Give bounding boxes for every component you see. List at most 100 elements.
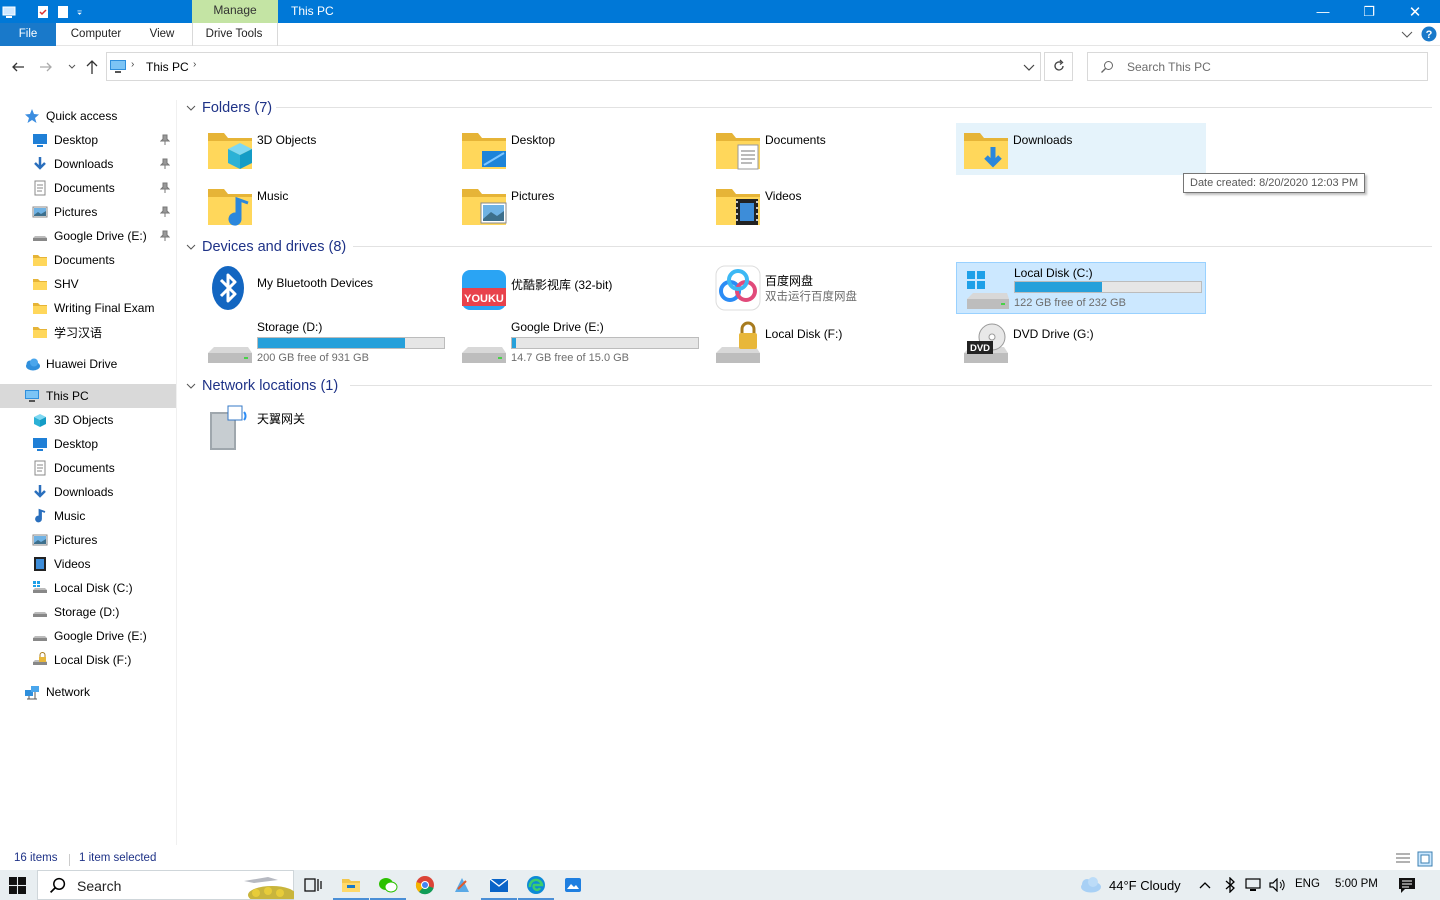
tile-youku[interactable]: YOUKU 优酷影视库 (32-bit) [454,262,704,314]
sidebar-item-pc-3[interactable]: Downloads [0,480,176,504]
recent-locations-chevron-icon[interactable] [67,62,77,72]
help-icon[interactable]: ? [1421,26,1437,42]
this-pc-icon[interactable] [2,5,16,19]
sidebar-item-pc-8[interactable]: Storage (D:) [0,600,176,624]
sidebar-item-this-pc[interactable]: This PC [0,384,176,408]
collapse-chevron-icon[interactable] [186,381,196,391]
minimize-button[interactable]: — [1300,0,1346,23]
tab-drive-tools[interactable]: Drive Tools [194,23,274,46]
breadcrumb-chevron-icon[interactable]: › [193,59,196,70]
sidebar-item-pc-1[interactable]: Desktop [0,432,176,456]
tab-view[interactable]: View [142,23,182,46]
sidebar-item-quick-7[interactable]: Writing Final Exam [0,296,176,320]
tab-computer[interactable]: Computer [62,23,130,46]
file-explorer-icon [342,879,360,892]
bluetooth-tray-icon[interactable] [1224,877,1236,893]
edge-taskbar-button[interactable] [518,875,554,900]
task-view-icon[interactable] [303,875,323,895]
details-view-icon[interactable] [1395,852,1411,866]
taskbar-search-box[interactable]: Search [37,870,294,900]
notifications-icon[interactable] [1398,877,1416,894]
sidebar-item-pc-10[interactable]: Local Disk (F:) [0,648,176,672]
sidebar-item-quick-5[interactable]: Documents [0,248,176,272]
nav-label: Storage (D:) [54,605,120,619]
tile-storage-d[interactable]: Storage (D:) 200 GB free of 931 GB [200,317,450,369]
photos-taskbar-button[interactable] [563,875,583,895]
sidebar-item-pc-5[interactable]: Pictures [0,528,176,552]
tile-bluetooth-devices[interactable]: My Bluetooth Devices [200,262,450,314]
documents-icon [34,180,46,196]
sidebar-item-pc-4[interactable]: Music [0,504,176,528]
mail-taskbar-button[interactable] [481,875,517,900]
drive-free-space: 122 GB free of 232 GB [1014,297,1126,309]
maximize-button[interactable]: ❐ [1346,0,1392,23]
tile-dvd-drive-g[interactable]: DVD DVD Drive (G:) [956,317,1206,369]
wechat-taskbar-button[interactable] [370,875,406,900]
expand-ribbon-icon[interactable] [1401,29,1413,39]
sidebar-item-quick-0[interactable]: Desktop [0,128,176,152]
up-arrow-icon[interactable] [84,58,100,76]
sidebar-item-quick-8[interactable]: 学习汉语 [0,320,176,344]
close-button[interactable]: ✕ [1392,0,1438,23]
snip-tool-taskbar-button[interactable] [452,875,472,895]
clock[interactable]: 5:00 PM [1335,878,1378,890]
folder-tile[interactable]: 3D Objects [200,123,450,175]
address-history-chevron-icon[interactable] [1023,63,1035,73]
sidebar-item-quick-6[interactable]: SHV [0,272,176,296]
forward-arrow-icon[interactable] [38,59,54,75]
volume-tray-icon[interactable] [1269,878,1287,892]
back-arrow-icon[interactable] [10,59,26,75]
sidebar-item-quick-access[interactable]: Quick access [0,104,176,128]
breadcrumb-this-pc[interactable]: This PC [146,60,189,74]
customize-toolbar-icon[interactable] [76,5,86,19]
folder-tile[interactable]: Downloads [956,123,1206,175]
group-header-network[interactable]: Network locations (1) [186,376,338,396]
tile-local-disk-c[interactable]: Local Disk (C:) 122 GB free of 232 GB [956,262,1206,314]
tile-network-gateway[interactable]: 天翼网关 [200,402,450,454]
manage-context-tab[interactable]: Manage [192,0,278,23]
sidebar-item-pc-6[interactable]: Videos [0,552,176,576]
address-bar[interactable]: › This PC › [106,52,1041,81]
collapse-chevron-icon[interactable] [186,103,196,113]
tab-file[interactable]: File [0,23,56,46]
file-explorer-taskbar-button[interactable] [333,875,369,900]
folder-tile[interactable]: Pictures [454,179,704,231]
tile-baidu-netdisk[interactable]: 百度网盘 双击运行百度网盘 [708,262,958,314]
folder-tile[interactable]: Music [200,179,450,231]
chrome-taskbar-button[interactable] [415,875,435,895]
folder-tile[interactable]: Desktop [454,123,704,175]
weather-text[interactable]: 44°F Cloudy [1109,878,1181,893]
start-windows-icon[interactable] [9,877,26,894]
show-hidden-icons-icon[interactable] [1199,880,1211,890]
music-folder-icon [206,181,254,229]
folder-tile[interactable]: Videos [708,179,958,231]
input-language[interactable]: ENG [1295,878,1320,890]
large-icons-view-icon[interactable] [1417,851,1433,867]
tile-google-drive-e[interactable]: Google Drive (E:) 14.7 GB free of 15.0 G… [454,317,704,369]
sidebar-item-quick-4[interactable]: Google Drive (E:) [0,224,176,248]
breadcrumb-separator-icon[interactable]: › [131,59,134,70]
sidebar-item-quick-1[interactable]: Downloads [0,152,176,176]
nav-label: Pictures [54,533,98,547]
group-header-folders[interactable]: Folders (7) [186,98,272,118]
sidebar-item-pc-2[interactable]: Documents [0,456,176,480]
sidebar-item-quick-2[interactable]: Documents [0,176,176,200]
new-folder-icon[interactable] [56,5,70,19]
folder-tile[interactable]: Documents [708,123,958,175]
nav-label: Google Drive (E:) [54,229,147,243]
sidebar-item-pc-7[interactable]: Local Disk (C:) [0,576,176,600]
search-box[interactable]: Search This PC [1087,52,1428,81]
properties-icon[interactable] [36,5,50,19]
network-tray-icon[interactable] [1245,878,1263,892]
window-title: This PC [291,4,334,18]
sidebar-item-network[interactable]: Network [0,680,176,704]
refresh-button[interactable] [1044,52,1073,81]
sidebar-item-quick-3[interactable]: Pictures [0,200,176,224]
tile-local-disk-f[interactable]: Local Disk (F:) [708,317,958,369]
collapse-chevron-icon[interactable] [186,242,196,252]
weather-cloud-icon[interactable] [1077,877,1103,893]
group-header-drives[interactable]: Devices and drives (8) [186,237,346,257]
sidebar-item-pc-9[interactable]: Google Drive (E:) [0,624,176,648]
sidebar-item-huawei-drive[interactable]: Huawei Drive [0,352,176,376]
sidebar-item-pc-0[interactable]: 3D Objects [0,408,176,432]
